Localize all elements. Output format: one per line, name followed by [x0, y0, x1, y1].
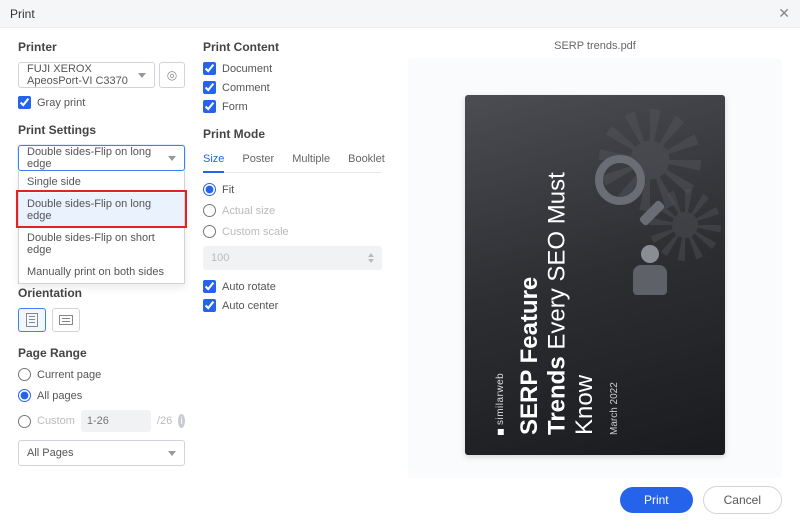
headline-line1: SERP Feature — [516, 277, 543, 435]
auto-center-input[interactable] — [203, 299, 216, 312]
range-current-input[interactable] — [18, 368, 31, 381]
close-icon[interactable]: ✕ — [778, 5, 790, 22]
auto-rotate-input[interactable] — [203, 280, 216, 293]
window-title: Print — [10, 7, 35, 21]
content-document-input[interactable] — [203, 62, 216, 75]
left-panel: Printer FUJI XEROX ApeosPort-VI C3370 ◎ … — [0, 28, 195, 522]
auto-rotate-checkbox[interactable]: Auto rotate — [203, 280, 382, 293]
chevron-down-icon — [138, 73, 146, 78]
gray-print-label: Gray print — [37, 97, 85, 109]
preview-text-block: similarweb SERP Feature Trends Every SEO… — [495, 115, 620, 435]
printer-settings-button[interactable]: ◎ — [159, 62, 185, 88]
orientation-landscape-button[interactable] — [52, 308, 80, 332]
content-document-label: Document — [222, 63, 272, 75]
chevron-down-icon — [168, 156, 176, 161]
range-current-label: Current page — [37, 369, 101, 381]
scale-input: 100 — [203, 246, 382, 270]
page-scope-select[interactable]: All Pages — [18, 440, 185, 466]
duplex-option-short-edge[interactable]: Double sides-Flip on short edge — [19, 227, 184, 261]
orientation-label: Orientation — [18, 286, 185, 300]
print-button[interactable]: Print — [620, 487, 693, 513]
printer-select[interactable]: FUJI XEROX ApeosPort-VI C3370 — [18, 62, 155, 88]
page-range-label: Page Range — [18, 346, 185, 360]
size-fit-input[interactable] — [203, 183, 216, 196]
range-total: /26 — [157, 415, 172, 427]
main-content: Printer FUJI XEROX ApeosPort-VI C3370 ◎ … — [0, 28, 800, 522]
size-custom-input[interactable] — [203, 225, 216, 238]
person-icon — [625, 245, 675, 305]
size-actual-radio[interactable]: Actual size — [203, 204, 382, 217]
content-comment-checkbox[interactable]: Comment — [203, 81, 382, 94]
range-custom-field[interactable] — [81, 410, 151, 432]
preview-panel: SERP trends.pdf similarweb SERP Feature — [390, 28, 800, 522]
content-comment-input[interactable] — [203, 81, 216, 94]
orientation-portrait-button[interactable] — [18, 308, 46, 332]
middle-panel: Print Content Document Comment Form Prin… — [195, 28, 390, 522]
auto-rotate-label: Auto rotate — [222, 281, 276, 293]
duplex-option-long-edge[interactable]: Double sides-Flip on long edge — [19, 193, 184, 227]
content-form-checkbox[interactable]: Form — [203, 100, 382, 113]
duplex-option-single[interactable]: Single side — [19, 171, 184, 193]
printer-selected: FUJI XEROX ApeosPort-VI C3370 — [27, 63, 138, 87]
preview-date: March 2022 — [609, 115, 620, 435]
cancel-button[interactable]: Cancel — [703, 486, 782, 514]
range-all-radio[interactable]: All pages — [18, 389, 185, 402]
landscape-icon — [59, 315, 73, 325]
tab-poster[interactable]: Poster — [242, 149, 274, 172]
range-custom-row: Custom /26 i — [18, 410, 185, 432]
duplex-option-manual[interactable]: Manually print on both sides — [19, 261, 184, 283]
duplex-dropdown: Single side Double sides-Flip on long ed… — [18, 171, 185, 284]
page-scope-selected: All Pages — [27, 447, 73, 459]
print-content-label: Print Content — [203, 40, 382, 54]
scale-value: 100 — [211, 252, 229, 264]
preview-box: similarweb SERP Feature Trends Every SEO… — [408, 58, 782, 492]
title-bar: Print ✕ — [0, 0, 800, 28]
mode-tabs: Size Poster Multiple Booklet — [203, 149, 382, 173]
content-document-checkbox[interactable]: Document — [203, 62, 382, 75]
tab-size[interactable]: Size — [203, 149, 224, 173]
preview-brand-text: similarweb — [495, 373, 506, 425]
size-actual-label: Actual size — [222, 205, 275, 217]
print-settings-label: Print Settings — [18, 123, 185, 137]
preview-headline: SERP Feature Trends Every SEO Must Know — [516, 115, 599, 435]
printer-label: Printer — [18, 40, 185, 54]
preview-filename: SERP trends.pdf — [408, 40, 782, 52]
range-custom-label: Custom — [37, 415, 75, 427]
auto-center-checkbox[interactable]: Auto center — [203, 299, 382, 312]
tab-multiple[interactable]: Multiple — [292, 149, 330, 172]
chevron-down-icon — [168, 451, 176, 456]
duplex-selected: Double sides-Flip on long edge — [27, 146, 168, 170]
range-all-input[interactable] — [18, 389, 31, 402]
stepper-icon — [368, 253, 374, 263]
duplex-select[interactable]: Double sides-Flip on long edge — [18, 145, 185, 171]
info-icon[interactable]: i — [178, 414, 185, 428]
preview-page: similarweb SERP Feature Trends Every SEO… — [465, 95, 725, 455]
range-custom-input[interactable] — [18, 415, 31, 428]
size-fit-radio[interactable]: Fit — [203, 183, 382, 196]
size-custom-radio[interactable]: Custom scale — [203, 225, 382, 238]
tab-booklet[interactable]: Booklet — [348, 149, 385, 172]
print-mode-label: Print Mode — [203, 127, 382, 141]
gray-print-input[interactable] — [18, 96, 31, 109]
size-actual-input[interactable] — [203, 204, 216, 217]
content-comment-label: Comment — [222, 82, 270, 94]
auto-center-label: Auto center — [222, 300, 278, 312]
range-all-label: All pages — [37, 390, 82, 402]
content-form-input[interactable] — [203, 100, 216, 113]
preview-brand: similarweb — [495, 115, 506, 435]
size-fit-label: Fit — [222, 184, 234, 196]
dialog-footer: Print Cancel — [0, 478, 800, 522]
gray-print-checkbox[interactable]: Gray print — [18, 96, 185, 109]
size-custom-label: Custom scale — [222, 226, 289, 238]
brand-logo-icon — [498, 429, 504, 435]
gear-icon: ◎ — [167, 68, 177, 82]
portrait-icon — [26, 313, 38, 327]
duplex-select-wrap: Double sides-Flip on long edge Single si… — [18, 145, 185, 171]
headline-line2: Trends — [544, 356, 571, 435]
range-current-radio[interactable]: Current page — [18, 368, 185, 381]
content-form-label: Form — [222, 101, 248, 113]
